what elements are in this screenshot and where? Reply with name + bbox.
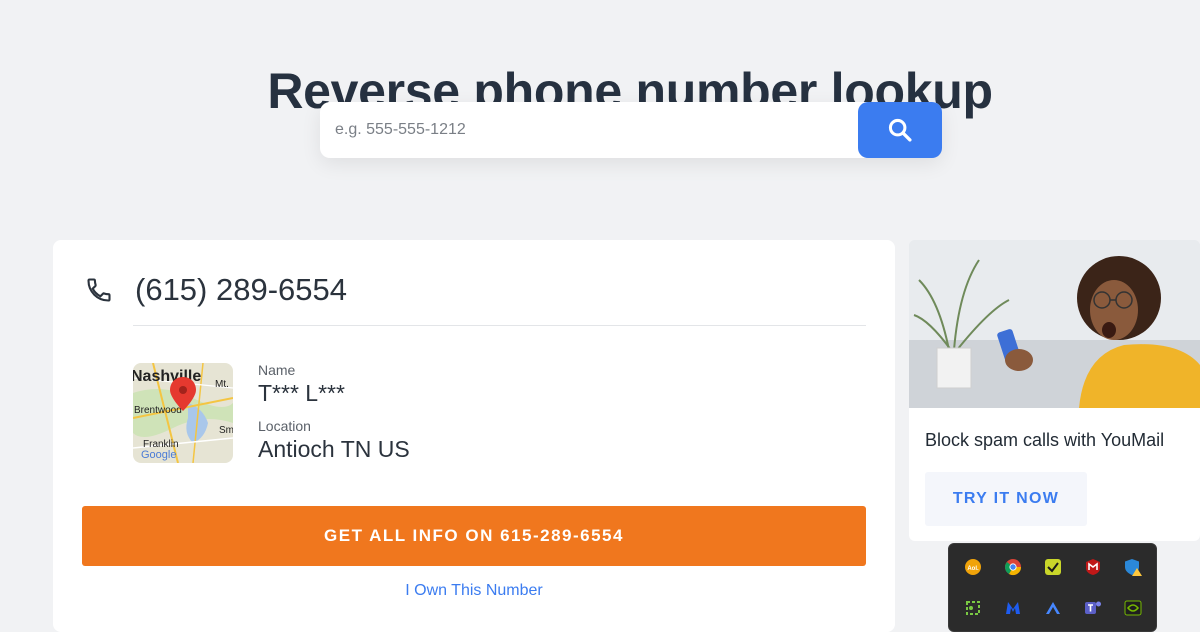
mcafee-icon[interactable]: [1084, 558, 1102, 576]
ad-photo[interactable]: [909, 240, 1200, 408]
nordvpn-icon[interactable]: [1044, 599, 1062, 617]
location-value: Antioch TN US: [258, 436, 410, 462]
search-box: [320, 102, 942, 158]
ad-headline: Block spam calls with YouMail: [925, 430, 1165, 450]
svg-text:Aol.: Aol.: [967, 566, 979, 572]
location-label: Location: [258, 418, 311, 434]
search-icon: [888, 118, 912, 142]
aol-icon[interactable]: Aol.: [964, 558, 982, 576]
map-label-mt: Mt.: [215, 379, 229, 390]
system-tray-overflow: Aol.: [948, 543, 1157, 632]
malwarebytes-icon[interactable]: [1004, 599, 1022, 617]
svg-text:Mt.: Mt.: [215, 379, 229, 390]
nvidia-icon[interactable]: [1124, 599, 1142, 617]
teams-icon[interactable]: [1084, 599, 1102, 617]
snip-tool-icon[interactable]: [964, 599, 982, 617]
search-input[interactable]: [320, 102, 850, 158]
try-it-now-button[interactable]: TRY IT NOW: [925, 472, 1087, 526]
map-label-sm: Sm: [219, 425, 233, 436]
svg-text:Google: Google: [141, 449, 176, 461]
own-number-link[interactable]: I Own This Number: [53, 582, 895, 600]
aol-icon-label: Aol.: [967, 566, 979, 572]
chrome-icon[interactable]: [1004, 558, 1022, 576]
name-value: T*** L***: [258, 380, 345, 406]
phone-number: (615) 289-6554: [135, 272, 347, 307]
svg-text:Brentwood: Brentwood: [134, 405, 182, 416]
google-logo-text: Google: [141, 449, 176, 461]
phone-icon: [87, 278, 111, 302]
defender-warning-icon[interactable]: [1124, 558, 1142, 576]
map-label-brentwood: Brentwood: [134, 405, 182, 416]
name-label: Name: [258, 362, 296, 378]
divider: [133, 325, 866, 326]
result-card: (615) 289-6554 Nashville Mt. Brentwood S…: [53, 240, 895, 632]
map-thumbnail[interactable]: Nashville Mt. Brentwood Sm Franklin Goog…: [133, 363, 233, 463]
map-image: Nashville Mt. Brentwood Sm Franklin Goog…: [133, 363, 233, 463]
get-all-info-button[interactable]: GET ALL INFO ON 615-289-6554: [82, 506, 866, 566]
search-button[interactable]: [858, 102, 942, 158]
security-check-icon[interactable]: [1044, 558, 1062, 576]
ad-card: Block spam calls with YouMail TRY IT NOW: [909, 240, 1200, 541]
svg-text:Sm: Sm: [219, 425, 233, 436]
